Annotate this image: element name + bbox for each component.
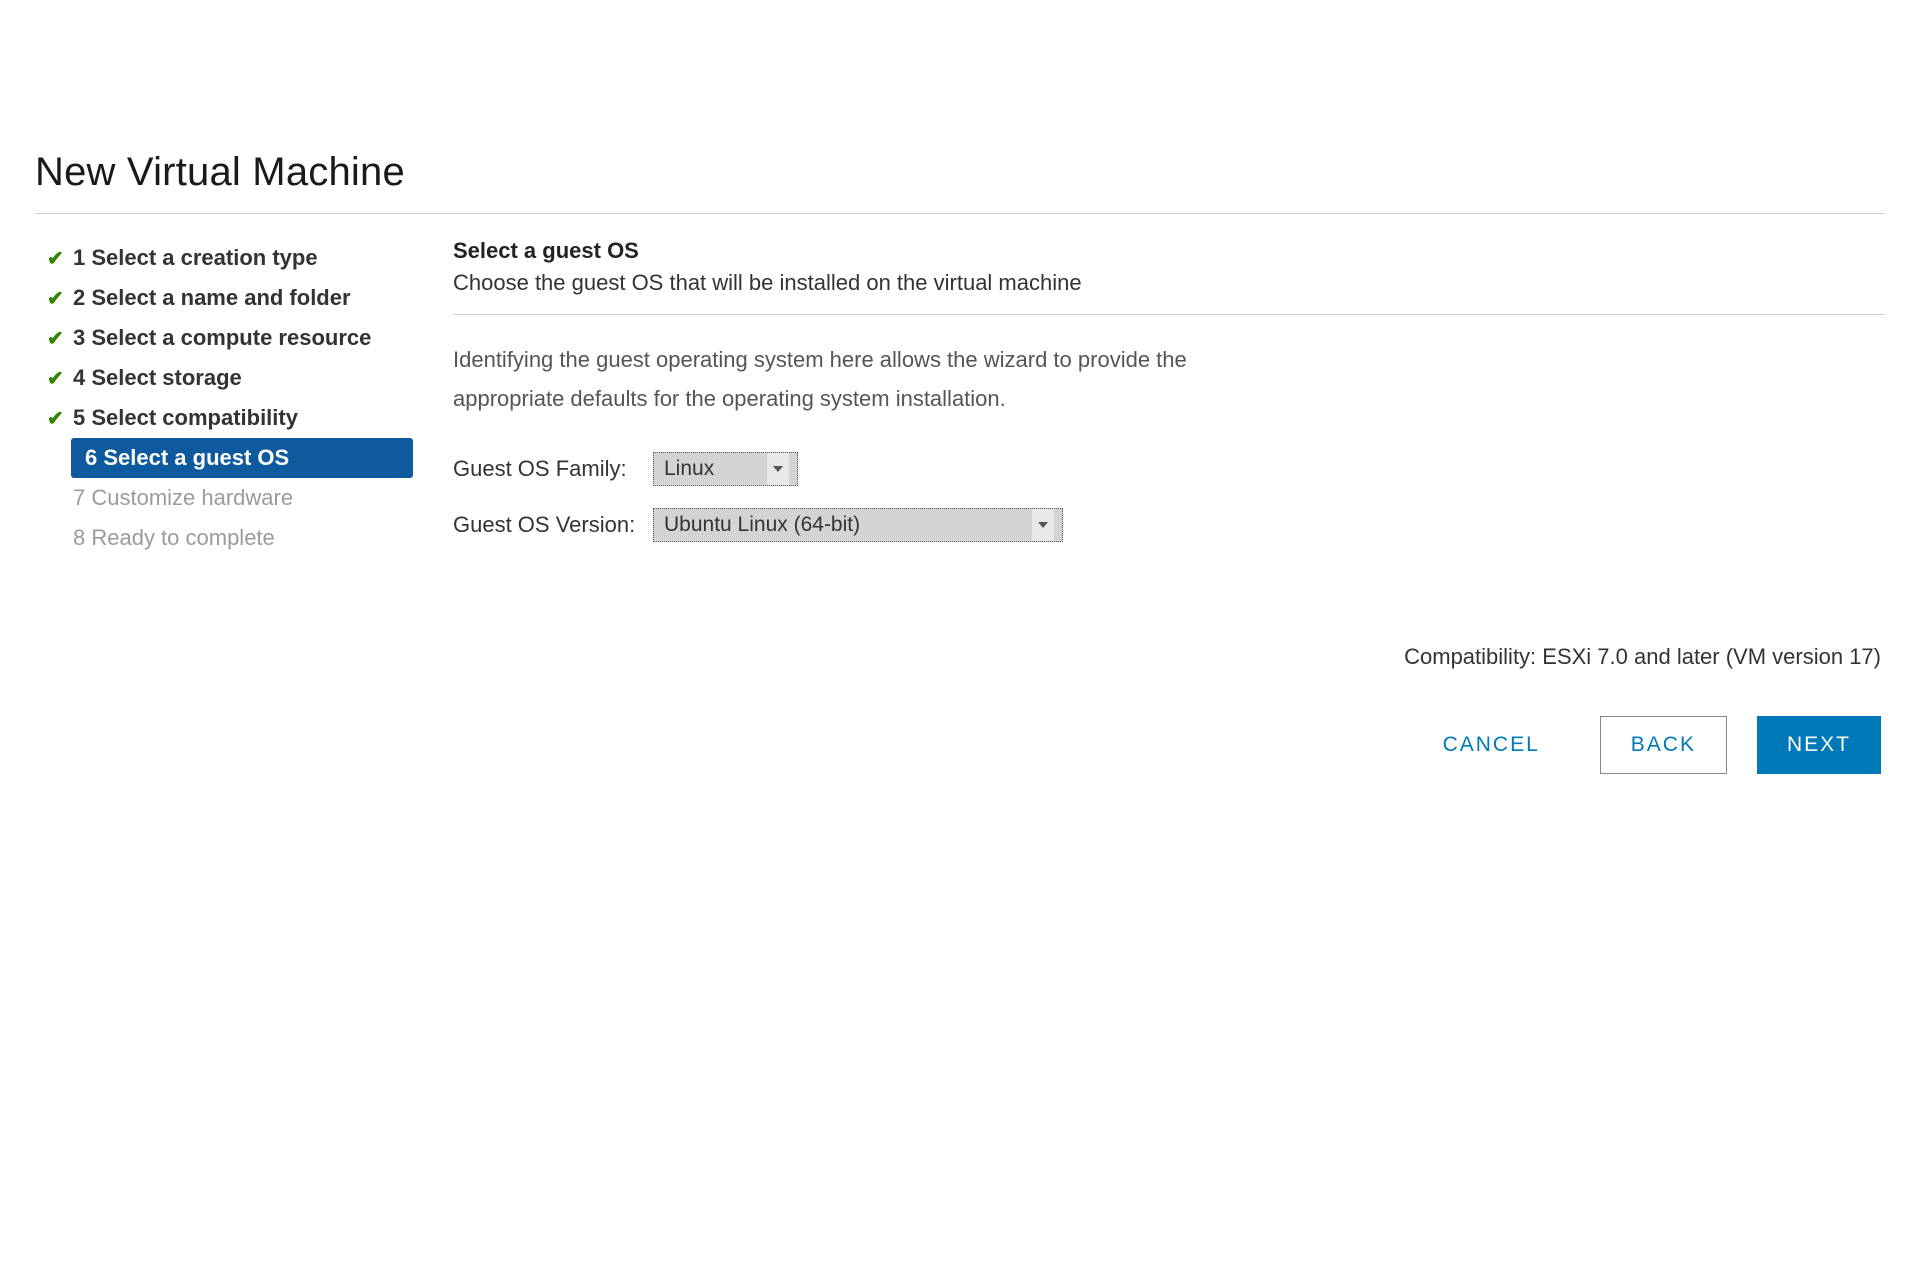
step-compute-resource[interactable]: ✔ 3 Select a compute resource bbox=[35, 318, 413, 358]
wizard-body: ✔ 1 Select a creation type ✔ 2 Select a … bbox=[35, 238, 1885, 774]
step-storage[interactable]: ✔ 4 Select storage bbox=[35, 358, 413, 398]
step-ready-complete: ✔ 8 Ready to complete bbox=[35, 518, 413, 558]
step-label: 3 Select a compute resource bbox=[73, 325, 371, 351]
section-heading: Select a guest OS bbox=[453, 238, 1885, 264]
step-label: 6 Select a guest OS bbox=[85, 445, 289, 471]
wizard-title: New Virtual Machine bbox=[35, 150, 1885, 214]
step-compatibility[interactable]: ✔ 5 Select compatibility bbox=[35, 398, 413, 438]
wizard-content: Select a guest OS Choose the guest OS th… bbox=[413, 238, 1885, 774]
step-label: 1 Select a creation type bbox=[73, 245, 318, 271]
version-label: Guest OS Version: bbox=[453, 512, 653, 538]
field-guest-os-version: Guest OS Version: Ubuntu Linux (64-bit) bbox=[453, 508, 1885, 542]
back-button[interactable]: BACK bbox=[1600, 716, 1727, 774]
family-label: Guest OS Family: bbox=[453, 456, 653, 482]
check-icon: ✔ bbox=[47, 286, 73, 311]
step-creation-type[interactable]: ✔ 1 Select a creation type bbox=[35, 238, 413, 278]
compatibility-text: Compatibility: ESXi 7.0 and later (VM ve… bbox=[453, 644, 1885, 670]
step-label: 2 Select a name and folder bbox=[73, 285, 351, 311]
section-description: Identifying the guest operating system h… bbox=[453, 341, 1273, 418]
wizard-footer: CANCEL BACK NEXT bbox=[453, 716, 1885, 774]
guest-os-version-select[interactable]: Ubuntu Linux (64-bit) bbox=[653, 508, 1063, 542]
cancel-button[interactable]: CANCEL bbox=[1413, 716, 1570, 774]
section-subheading: Choose the guest OS that will be install… bbox=[453, 270, 1885, 315]
select-value: Ubuntu Linux (64-bit) bbox=[664, 513, 860, 537]
next-button[interactable]: NEXT bbox=[1757, 716, 1881, 774]
step-name-folder[interactable]: ✔ 2 Select a name and folder bbox=[35, 278, 413, 318]
check-icon: ✔ bbox=[47, 366, 73, 391]
step-customize-hardware: ✔ 7 Customize hardware bbox=[35, 478, 413, 518]
select-value: Linux bbox=[664, 457, 714, 481]
check-icon: ✔ bbox=[47, 326, 73, 351]
check-icon: ✔ bbox=[47, 246, 73, 271]
wizard-steps: ✔ 1 Select a creation type ✔ 2 Select a … bbox=[35, 238, 413, 774]
step-guest-os[interactable]: 6 Select a guest OS bbox=[71, 438, 413, 478]
field-guest-os-family: Guest OS Family: Linux bbox=[453, 452, 1885, 486]
step-label: 8 Ready to complete bbox=[73, 525, 275, 551]
guest-os-family-select[interactable]: Linux bbox=[653, 452, 798, 486]
chevron-down-icon bbox=[1032, 509, 1054, 541]
step-label: 5 Select compatibility bbox=[73, 405, 298, 431]
step-label: 4 Select storage bbox=[73, 365, 242, 391]
check-icon: ✔ bbox=[47, 406, 73, 431]
chevron-down-icon bbox=[767, 453, 789, 485]
step-label: 7 Customize hardware bbox=[73, 485, 293, 511]
